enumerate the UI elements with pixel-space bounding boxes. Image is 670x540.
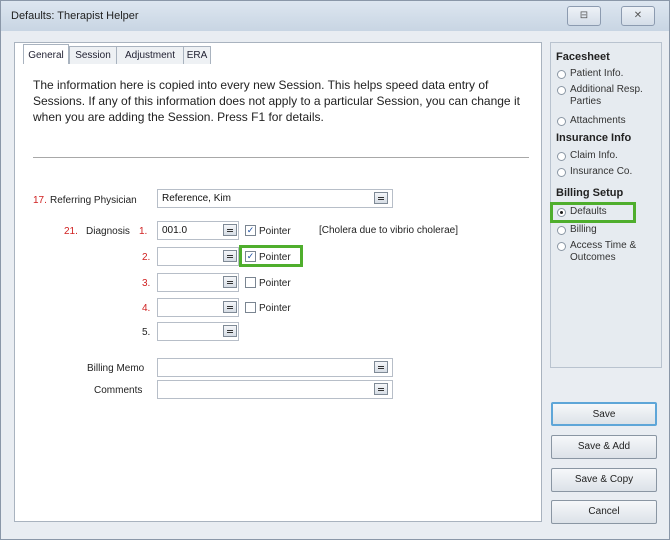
pointer-highlight-box [239,245,303,267]
defaults-highlight-box [550,202,636,223]
info-text: The information here is copied into ever… [33,78,520,124]
save-button[interactable]: Save [551,402,657,426]
diagnosis-3-lookup-button[interactable] [223,276,237,288]
close-button[interactable]: ✕ [621,6,655,26]
billing-memo-label: Billing Memo [87,363,145,374]
diagnosis-4-number: 4. [142,303,151,314]
attachments-label[interactable]: Attachments [570,115,626,127]
claim-info-label[interactable]: Claim Info. [570,150,618,162]
save-and-copy-button[interactable]: Save & Copy [551,468,657,492]
diagnosis-1-lookup-button[interactable] [223,224,237,236]
patient-info-label[interactable]: Patient Info. [570,68,623,80]
access-time-radio[interactable] [557,242,566,251]
diagnosis-1-number: 1. [139,226,148,237]
diagnosis-number: 21. [64,226,78,237]
cancel-button[interactable]: Cancel [551,500,657,524]
diagnosis-4-pointer-label: Pointer [259,303,291,314]
diagnosis-1-description: [Cholera due to vibrio cholerae] [319,225,458,236]
insurance-co-label[interactable]: Insurance Co. [570,166,632,178]
referring-lookup-button[interactable] [374,192,388,204]
referring-physician-field[interactable]: Reference, Kim [157,189,393,208]
diagnosis-2-number: 2. [142,252,151,263]
billing-memo-lookup-button[interactable] [374,361,388,373]
claim-info-radio[interactable] [557,152,566,161]
diagnosis-4-pointer-checkbox[interactable] [245,302,256,313]
defaults-window: Defaults: Therapist Helper ⊟ ✕ General S… [0,0,670,540]
access-time-label[interactable]: Access Time & Outcomes [570,240,652,264]
tab-era[interactable]: ERA [183,46,211,64]
window-title: Defaults: Therapist Helper [11,10,139,22]
diagnosis-2-lookup-button[interactable] [223,250,237,262]
divider [33,157,529,158]
save-and-add-button[interactable]: Save & Add [551,435,657,459]
comments-lookup-button[interactable] [374,383,388,395]
diagnosis-3-pointer-checkbox[interactable] [245,277,256,288]
billing-label[interactable]: Billing [570,224,597,236]
tab-general[interactable]: General [23,44,69,64]
diagnosis-3-number: 3. [142,278,151,289]
billing-setup-heading: Billing Setup [556,187,624,199]
restore-button[interactable]: ⊟ [567,6,601,26]
diagnosis-3-pointer-label: Pointer [259,278,291,289]
diagnosis-label: Diagnosis [86,226,130,237]
tab-session[interactable]: Session [69,46,117,64]
billing-radio[interactable] [557,226,566,235]
diagnosis-1-pointer-checkbox[interactable]: ✓ [245,225,256,236]
diagnosis-5-lookup-button[interactable] [223,325,237,337]
insurance-info-heading: Insurance Info [556,132,632,144]
diagnosis-4-lookup-button[interactable] [223,301,237,313]
title-bar: Defaults: Therapist Helper ⊟ ✕ [1,1,669,31]
diagnosis-5-number: 5. [142,327,151,338]
referring-number: 17. [33,195,47,206]
attachments-radio[interactable] [557,117,566,126]
billing-memo-field[interactable] [157,358,393,377]
additional-resp-radio[interactable] [557,86,566,95]
comments-field[interactable] [157,380,393,399]
tab-adjustment[interactable]: Adjustment [116,46,184,64]
comments-label: Comments [94,385,143,396]
facesheet-heading: Facesheet [556,51,610,63]
insurance-co-radio[interactable] [557,168,566,177]
additional-resp-label[interactable]: Additional Resp. Parties [570,84,648,108]
referring-label: Referring Physician [50,195,137,206]
patient-info-radio[interactable] [557,70,566,79]
diagnosis-1-pointer-label: Pointer [259,226,291,237]
